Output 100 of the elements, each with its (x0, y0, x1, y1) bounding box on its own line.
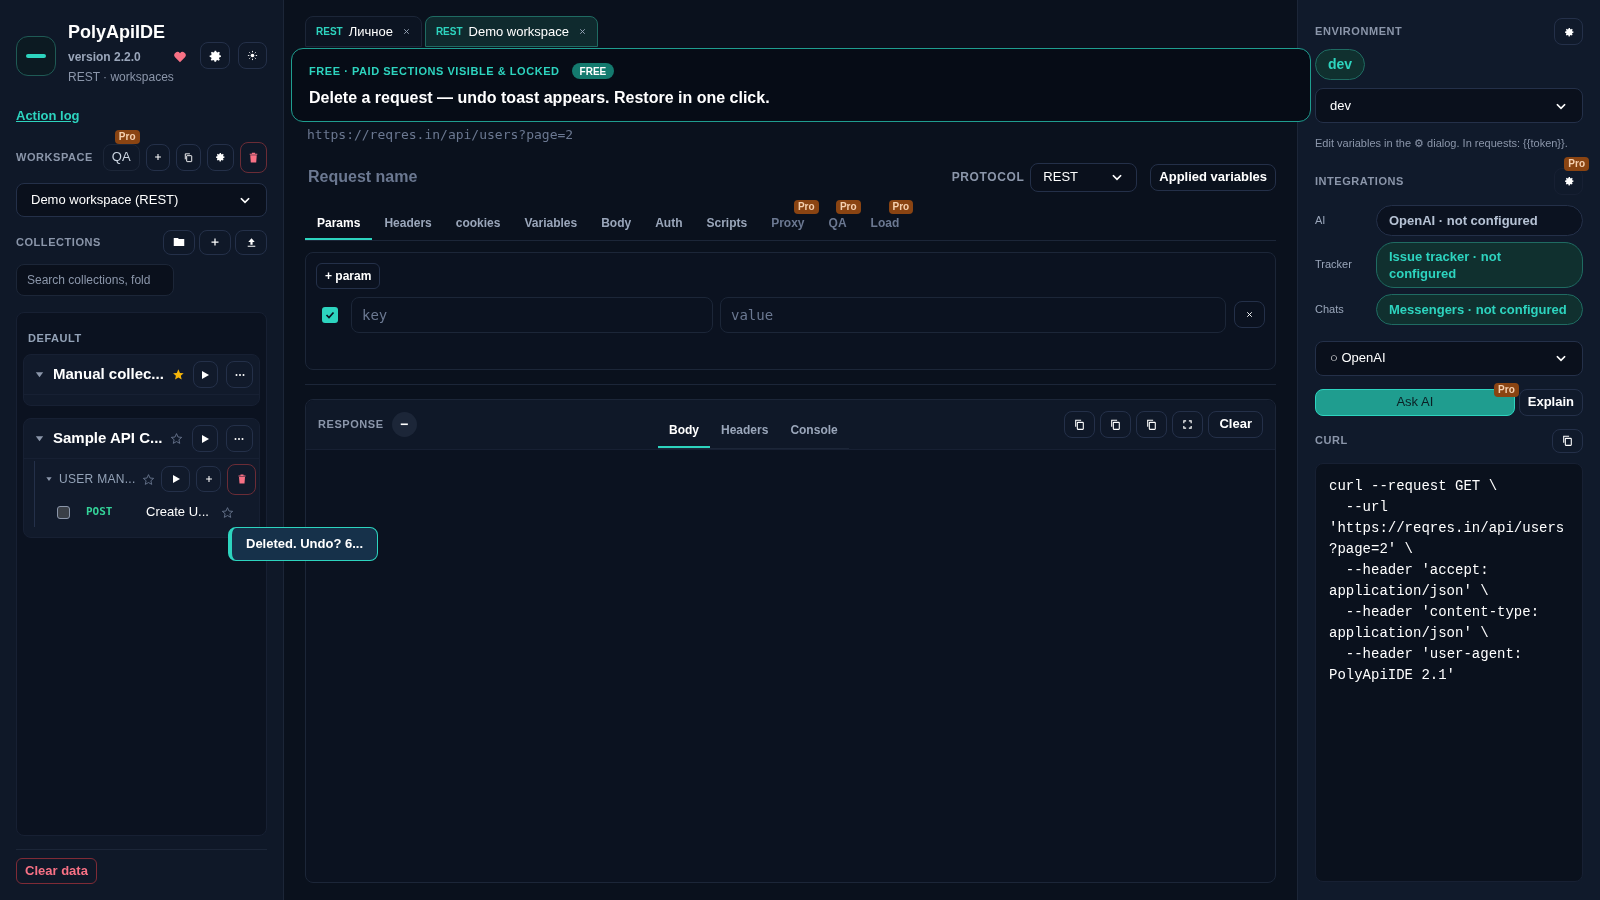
integration-label: Chats (1315, 301, 1345, 317)
request-tab[interactable]: Variables (512, 213, 590, 240)
request-tab[interactable]: QA (816, 213, 859, 240)
checkbox[interactable] (322, 306, 338, 323)
response-tab[interactable]: Body (658, 414, 710, 448)
integration-label: Tracker (1315, 257, 1353, 273)
section-label: COLLECTIONS (16, 234, 102, 250)
integration-pill[interactable]: Messengers · not configured (1376, 293, 1583, 325)
more-button[interactable] (225, 425, 253, 452)
copy-button[interactable] (1136, 410, 1168, 438)
copy-icon (1145, 417, 1159, 431)
environment-select[interactable]: dev (1315, 88, 1583, 123)
copy-button[interactable] (1100, 410, 1132, 438)
collection-name[interactable]: Sample API C... (53, 427, 163, 450)
theme-icon (247, 50, 258, 61)
star-icon[interactable] (220, 505, 234, 519)
copy-icon (1561, 434, 1574, 447)
request-tab[interactable]: Body (589, 213, 644, 240)
method-label: POST (86, 503, 114, 520)
explain-button[interactable]: Explain (1518, 388, 1583, 416)
request-name-field[interactable]: Request name (305, 165, 952, 189)
copy-button[interactable] (1552, 428, 1583, 453)
section-label: INTEGRATIONS (1315, 173, 1404, 189)
add-button[interactable] (196, 466, 221, 492)
checkbox[interactable] (57, 505, 70, 519)
add-button[interactable] (199, 229, 231, 255)
action-log-link[interactable]: Action log (16, 106, 80, 126)
undo-toast[interactable]: Deleted. Undo? 6... (228, 527, 378, 561)
request-tab[interactable]: Scripts (694, 213, 760, 240)
pro-badge: Pro (888, 199, 914, 214)
request-tab[interactable]: Params (305, 213, 373, 240)
fullscreen-button[interactable] (1172, 410, 1204, 438)
run-button[interactable] (192, 361, 219, 388)
settings-button[interactable] (206, 143, 234, 171)
add-button[interactable] (145, 143, 171, 171)
pro-badge: Pro (835, 199, 861, 214)
star-icon[interactable] (142, 472, 155, 486)
value-field[interactable]: value (720, 296, 1226, 333)
qa-button[interactable]: QA (102, 143, 140, 171)
provider-select[interactable]: ○ OpenAI (1315, 340, 1583, 376)
caret-icon[interactable] (34, 369, 45, 380)
url-field[interactable]: https://reqres.in/api/users?page=2 (305, 125, 1276, 145)
star-icon[interactable] (170, 431, 184, 446)
new-folder-button[interactable] (163, 229, 195, 255)
environment-hint: Edit variables in the ⚙ dialog. In requests: {{token}}. (1315, 136, 1569, 151)
add-param-button[interactable]: + param (316, 262, 381, 289)
copy-button[interactable] (1064, 410, 1096, 438)
theme-button[interactable] (238, 42, 267, 69)
close-icon[interactable] (578, 27, 587, 36)
integration-pill[interactable]: Issue tracker · not configured (1376, 241, 1583, 288)
folder-name[interactable]: USER MAN... (59, 470, 136, 488)
response-tab[interactable]: Console (779, 414, 849, 448)
protocol-tag: REST (435, 24, 463, 39)
run-button[interactable] (161, 466, 190, 492)
workspace-tab[interactable]: REST Личное (305, 16, 422, 47)
add-icon (203, 474, 214, 484)
run-button[interactable] (191, 425, 218, 452)
request-tab[interactable]: Headers (372, 213, 444, 240)
new-folder-icon (172, 235, 186, 249)
integration-pill[interactable]: OpenAI · not configured (1376, 204, 1583, 236)
request-tab[interactable]: Load (858, 213, 912, 240)
request-tab[interactable]: Proxy (759, 213, 817, 240)
plan-badge: FREE (571, 63, 615, 80)
settings-button[interactable] (1554, 167, 1583, 195)
request-tab[interactable]: Auth (643, 213, 695, 240)
clear-data-button[interactable]: Clear data (16, 858, 97, 884)
key-field[interactable]: key (351, 296, 713, 333)
app-logo (16, 36, 56, 76)
workspace-select[interactable]: Demo workspace (REST) (16, 182, 267, 217)
response-tab[interactable]: Headers (710, 414, 780, 448)
caret-icon[interactable] (45, 475, 53, 483)
delete-button[interactable] (227, 463, 256, 495)
request-tab[interactable]: cookies (443, 213, 513, 240)
banner-message: Delete a request — undo toast appears. Restore in one click. (309, 87, 771, 108)
integration-label: AI (1315, 212, 1327, 228)
close-icon[interactable] (401, 27, 411, 36)
request-name[interactable]: Create U... (146, 502, 209, 522)
add-icon (152, 152, 163, 162)
duplicate-button[interactable] (176, 143, 201, 171)
app-subtitle: REST · workspaces (68, 69, 175, 86)
remove-icon (1245, 310, 1254, 319)
search-field[interactable]: Search collections, fold (16, 263, 174, 296)
caret-icon[interactable] (34, 433, 45, 444)
environment-badge: dev (1315, 49, 1366, 80)
star-icon[interactable] (171, 367, 185, 382)
import-button[interactable] (235, 229, 267, 255)
settings-button[interactable] (200, 42, 230, 69)
applied-variables-button[interactable]: Applied variables (1150, 163, 1276, 191)
heart-icon[interactable] (172, 50, 187, 64)
workspace-tab[interactable]: REST Demo workspace (424, 16, 598, 47)
section-label: WORKSPACE (16, 149, 93, 165)
clear-button[interactable]: Clear (1208, 410, 1263, 438)
pro-badge: Pro (1494, 382, 1519, 397)
delete-button[interactable] (239, 141, 267, 173)
section-label: CURL (1315, 433, 1348, 449)
collapse-button[interactable]: − (391, 411, 417, 437)
protocol-select[interactable]: REST (1030, 162, 1138, 192)
more-button[interactable] (226, 361, 253, 388)
settings-button[interactable] (1554, 18, 1583, 45)
collection-name[interactable]: Manual collec... (53, 363, 164, 386)
